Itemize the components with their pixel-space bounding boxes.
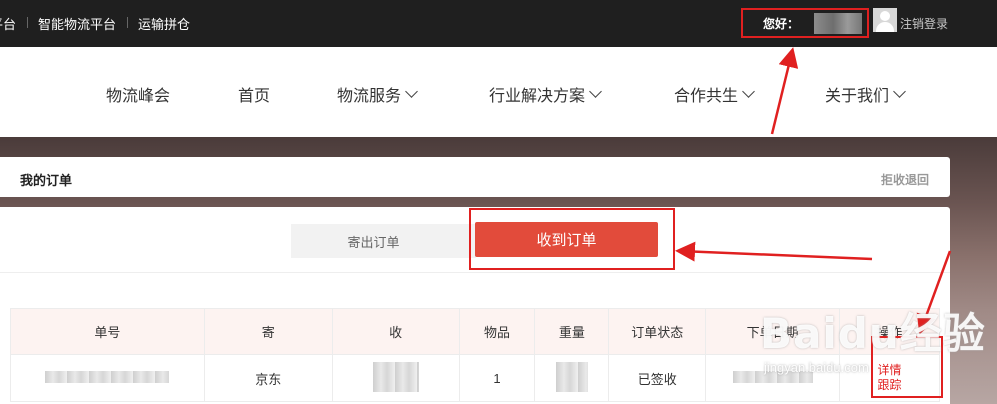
chevron-down-icon bbox=[405, 84, 418, 98]
column-header: 收 bbox=[331, 308, 460, 355]
page-title: 我的订单 bbox=[20, 173, 73, 188]
column-header: 寄 bbox=[203, 308, 333, 355]
chevron-down-icon bbox=[893, 84, 906, 98]
order-number-redacted bbox=[45, 370, 170, 383]
order-number-cell bbox=[10, 354, 205, 402]
main-nav: 物流峰会 首页 物流服务 行业解决方案 合作共生 关于我们 bbox=[0, 47, 997, 137]
top-link-transport[interactable]: 运输拼仓 bbox=[127, 14, 201, 33]
receiver-redacted bbox=[372, 361, 419, 392]
order-tabs: 寄出订单 收到订单 bbox=[0, 207, 950, 273]
receiver-cell bbox=[331, 354, 460, 402]
items-cell: 1 bbox=[458, 354, 536, 402]
chevron-down-icon bbox=[589, 84, 602, 98]
column-header: 订单状态 bbox=[608, 308, 707, 355]
highlight-box-received-tab bbox=[469, 208, 675, 270]
weight-redacted bbox=[555, 361, 588, 392]
reject-return-link[interactable]: 拒收退回 bbox=[881, 171, 929, 188]
nav-item-summit[interactable]: 物流峰会 bbox=[106, 82, 170, 106]
column-header: 单号 bbox=[10, 308, 205, 355]
greeting-label: 您好： bbox=[763, 16, 800, 31]
weight-cell bbox=[534, 354, 610, 402]
nav-item-about[interactable]: 关于我们 bbox=[825, 82, 906, 106]
watermark-url: jingyan.baidu.com bbox=[764, 360, 869, 375]
user-avatar-icon[interactable] bbox=[873, 8, 897, 32]
column-header: 重量 bbox=[534, 308, 610, 355]
username-redacted bbox=[814, 13, 862, 34]
orders-header: 我的订单 拒收退回 bbox=[0, 157, 950, 197]
nav-item-home[interactable]: 首页 bbox=[238, 82, 270, 106]
nav-item-solutions[interactable]: 行业解决方案 bbox=[489, 82, 602, 106]
watermark-logo: Baidu经验 bbox=[760, 309, 986, 358]
sender-cell: 京东 bbox=[203, 354, 333, 402]
logout-link[interactable]: 注销登录 bbox=[900, 15, 948, 32]
column-header: 物品 bbox=[458, 308, 536, 355]
top-bar: 平台 智能物流平台 运输拼仓 您好： 注销登录 bbox=[0, 0, 997, 47]
tab-sent-orders[interactable]: 寄出订单 bbox=[291, 224, 476, 258]
nav-item-cooperation[interactable]: 合作共生 bbox=[674, 82, 755, 106]
status-cell: 已签收 bbox=[608, 354, 707, 402]
chevron-down-icon bbox=[742, 84, 755, 98]
top-links: 平台 智能物流平台 运输拼仓 bbox=[0, 0, 201, 47]
nav-item-logistics-service[interactable]: 物流服务 bbox=[337, 82, 418, 106]
top-link-platform[interactable]: 平台 bbox=[0, 14, 27, 33]
top-link-smart-logistics[interactable]: 智能物流平台 bbox=[27, 14, 127, 33]
